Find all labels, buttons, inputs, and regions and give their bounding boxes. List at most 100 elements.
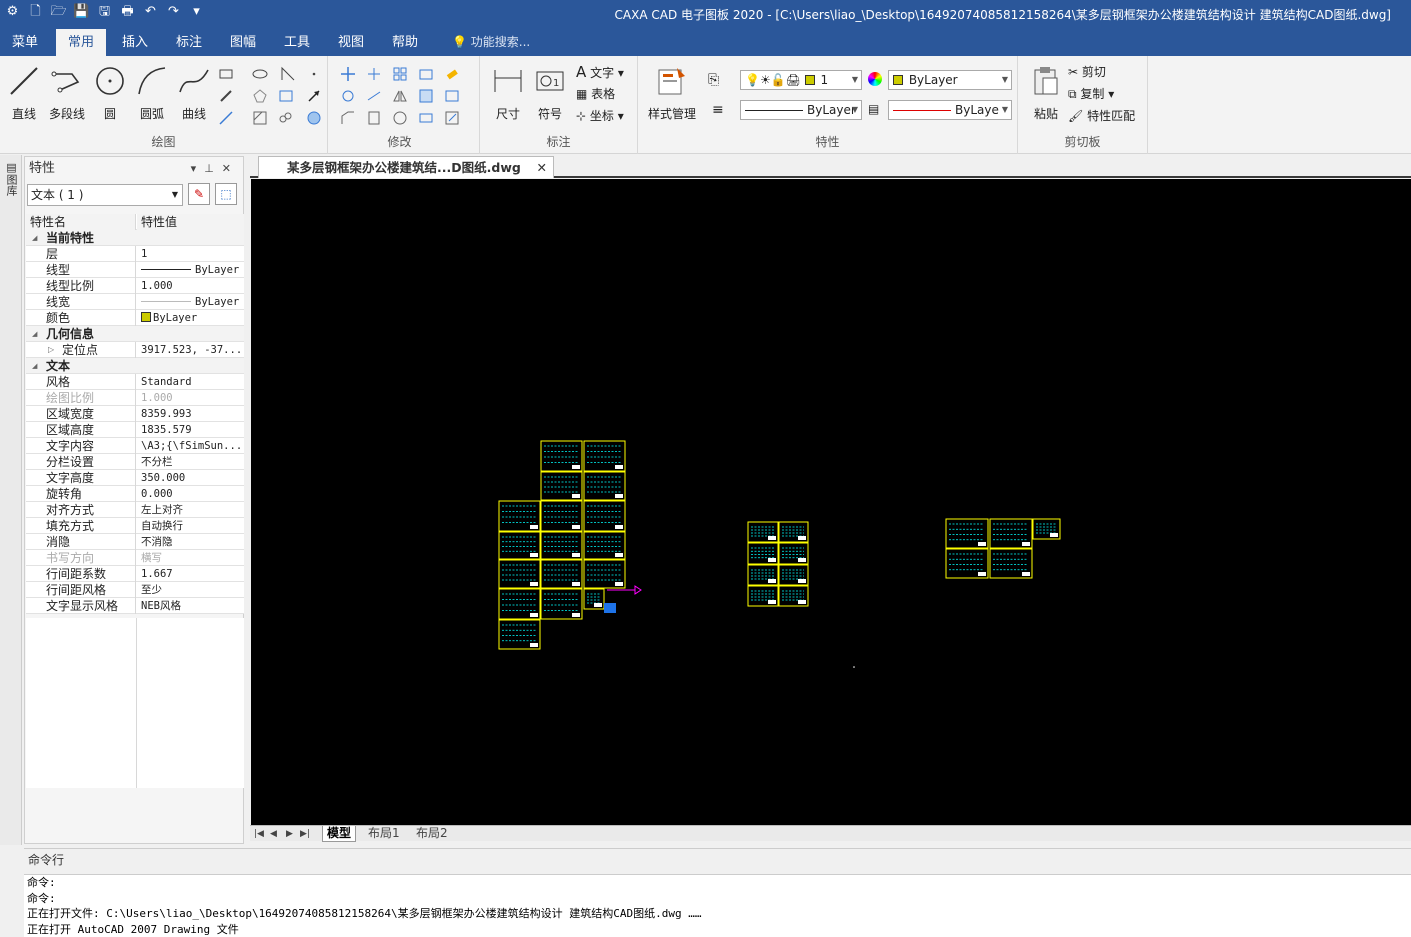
array-icon[interactable]	[392, 66, 408, 82]
close-icon[interactable]: ✕	[222, 162, 239, 175]
construction-line-icon[interactable]	[218, 110, 234, 126]
property-row[interactable]: 文字内容\A3;{\fSimSun...	[26, 438, 244, 454]
property-row[interactable]: 线宽ByLayer	[26, 294, 244, 310]
property-row[interactable]: 文字显示风格NEB风格	[26, 598, 244, 614]
property-value[interactable]: 左上对齐	[137, 502, 244, 518]
property-value[interactable]: 1.000	[137, 278, 244, 294]
property-row[interactable]: 线型比例1.000	[26, 278, 244, 294]
property-value[interactable]: 1	[137, 246, 244, 262]
color-select[interactable]: ByLayer ▼	[888, 70, 1012, 90]
coordinate-button[interactable]: ⊹ 坐标 ▾	[576, 106, 624, 126]
text-button[interactable]: A 文字 ▾	[576, 62, 624, 82]
print-icon[interactable]: 🖶	[119, 3, 136, 20]
selection-grip[interactable]	[604, 603, 616, 613]
tab-common[interactable]: 常用	[56, 29, 106, 56]
ellipse-icon[interactable]	[252, 66, 268, 82]
property-value[interactable]: 不消隐	[137, 534, 244, 550]
lineweight-select[interactable]: ByLaye ▼	[888, 100, 1012, 120]
centerline-icon[interactable]	[278, 88, 294, 104]
document-tab[interactable]: 某多层钢框架办公楼建筑结...D图纸.dwg ✕	[258, 156, 554, 178]
clear-selection-button[interactable]: ✎	[188, 183, 210, 205]
property-row[interactable]: 文字高度350.000	[26, 470, 244, 486]
property-row[interactable]: 线型ByLayer	[26, 262, 244, 278]
linetype-select[interactable]: ByLayer ▼	[740, 100, 862, 120]
curve-button[interactable]: 曲线	[172, 62, 216, 122]
match-properties-button[interactable]: 🖌 特性匹配	[1068, 106, 1135, 126]
property-category[interactable]: 当前特性	[26, 230, 244, 246]
angle-line-icon[interactable]	[280, 66, 296, 82]
pin-icon[interactable]: ⊥	[204, 162, 222, 175]
tab-help[interactable]: 帮助	[380, 29, 430, 56]
layer-manager-icon[interactable]: ⎘	[708, 72, 719, 88]
line-button[interactable]: 直线	[2, 62, 46, 122]
tab-insert[interactable]: 插入	[110, 29, 160, 56]
save-icon[interactable]: 💾	[73, 3, 90, 20]
property-row[interactable]: 旋转角0.000	[26, 486, 244, 502]
extend-icon[interactable]	[366, 88, 382, 104]
eraser-icon[interactable]	[444, 66, 460, 82]
cloud-icon[interactable]	[278, 110, 294, 126]
property-value[interactable]: Standard	[137, 374, 244, 390]
last-layout-icon[interactable]: ▶|	[300, 826, 310, 842]
polyline-button[interactable]: 多段线	[44, 62, 90, 122]
property-value[interactable]: ByLayer	[137, 310, 244, 326]
panel-menu-icon[interactable]: ▾	[191, 162, 205, 175]
stretch-icon[interactable]	[366, 110, 382, 126]
feature-search[interactable]: 💡 功能搜索...	[452, 29, 530, 56]
property-category[interactable]: 几何信息	[26, 326, 244, 342]
property-row[interactable]: 风格Standard	[26, 374, 244, 390]
expand-icon[interactable]: ▷	[48, 342, 54, 358]
property-value[interactable]: 0.000	[137, 486, 244, 502]
explode-icon[interactable]	[418, 66, 434, 82]
break-icon[interactable]	[444, 88, 460, 104]
property-value[interactable]: ByLayer	[137, 294, 244, 310]
property-value[interactable]: 1.667	[137, 566, 244, 582]
layout-tab-2[interactable]: 布局2	[412, 826, 452, 842]
property-row[interactable]: 填充方式自动换行	[26, 518, 244, 534]
property-row[interactable]: 分栏设置不分栏	[26, 454, 244, 470]
property-row[interactable]: 颜色ByLayer	[26, 310, 244, 326]
property-row[interactable]: 书写方向横写	[26, 550, 244, 566]
property-row[interactable]: 层1	[26, 246, 244, 262]
customize-qat-icon[interactable]: ▾	[188, 3, 205, 20]
property-row[interactable]: 定位点3917.523, -37...▷	[26, 342, 244, 358]
tab-view[interactable]: 视图	[326, 29, 376, 56]
hatch-icon[interactable]	[252, 110, 268, 126]
property-row[interactable]: 对齐方式左上对齐	[26, 502, 244, 518]
property-value[interactable]: 350.000	[137, 470, 244, 486]
rotate-icon[interactable]	[340, 88, 356, 104]
symbol-button[interactable]: 1 符号	[528, 62, 572, 122]
cut-button[interactable]: ✂ 剪切	[1068, 62, 1106, 82]
trim-icon[interactable]	[366, 66, 382, 82]
drawing-canvas[interactable]	[251, 179, 1411, 825]
edit-icon[interactable]	[444, 110, 460, 126]
point-icon[interactable]	[306, 66, 322, 82]
mirror-icon[interactable]	[392, 88, 408, 104]
property-value[interactable]: 3917.523, -37...	[137, 342, 244, 358]
property-row[interactable]: 行间距风格至少	[26, 582, 244, 598]
property-row[interactable]: 区域宽度8359.993	[26, 406, 244, 422]
fill-icon[interactable]	[306, 110, 322, 126]
polygon-icon[interactable]	[252, 88, 268, 104]
layer-select[interactable]: 💡☀🔓🖨 1 ▼	[740, 70, 862, 90]
prev-layout-icon[interactable]: ◀	[270, 826, 277, 842]
close-tab-icon[interactable]: ✕	[537, 157, 547, 178]
property-category[interactable]: 文本	[26, 358, 244, 374]
library-tab[interactable]: ▤图库	[4, 161, 18, 196]
circle-button[interactable]: 圆	[88, 62, 132, 122]
redo-icon[interactable]: ↷	[165, 3, 182, 20]
quick-select-button[interactable]: ⬚	[215, 183, 237, 205]
color-wheel-icon[interactable]	[868, 72, 882, 86]
paste-button[interactable]: 粘贴	[1024, 62, 1068, 122]
pen-icon[interactable]	[218, 88, 234, 104]
next-layout-icon[interactable]: ▶	[286, 826, 293, 842]
line-style-icon[interactable]: ≡	[712, 102, 724, 118]
property-value[interactable]: 8359.993	[137, 406, 244, 422]
property-row[interactable]: 区域高度1835.579	[26, 422, 244, 438]
object-select[interactable]: 文本 ( 1 ) ▼	[27, 184, 183, 206]
property-value[interactable]: ByLayer	[137, 262, 244, 278]
rectangle-icon[interactable]	[218, 66, 234, 82]
property-value[interactable]: 自动换行	[137, 518, 244, 534]
app-icon[interactable]: ⚙	[4, 3, 21, 20]
arc-button[interactable]: 圆弧	[130, 62, 174, 122]
